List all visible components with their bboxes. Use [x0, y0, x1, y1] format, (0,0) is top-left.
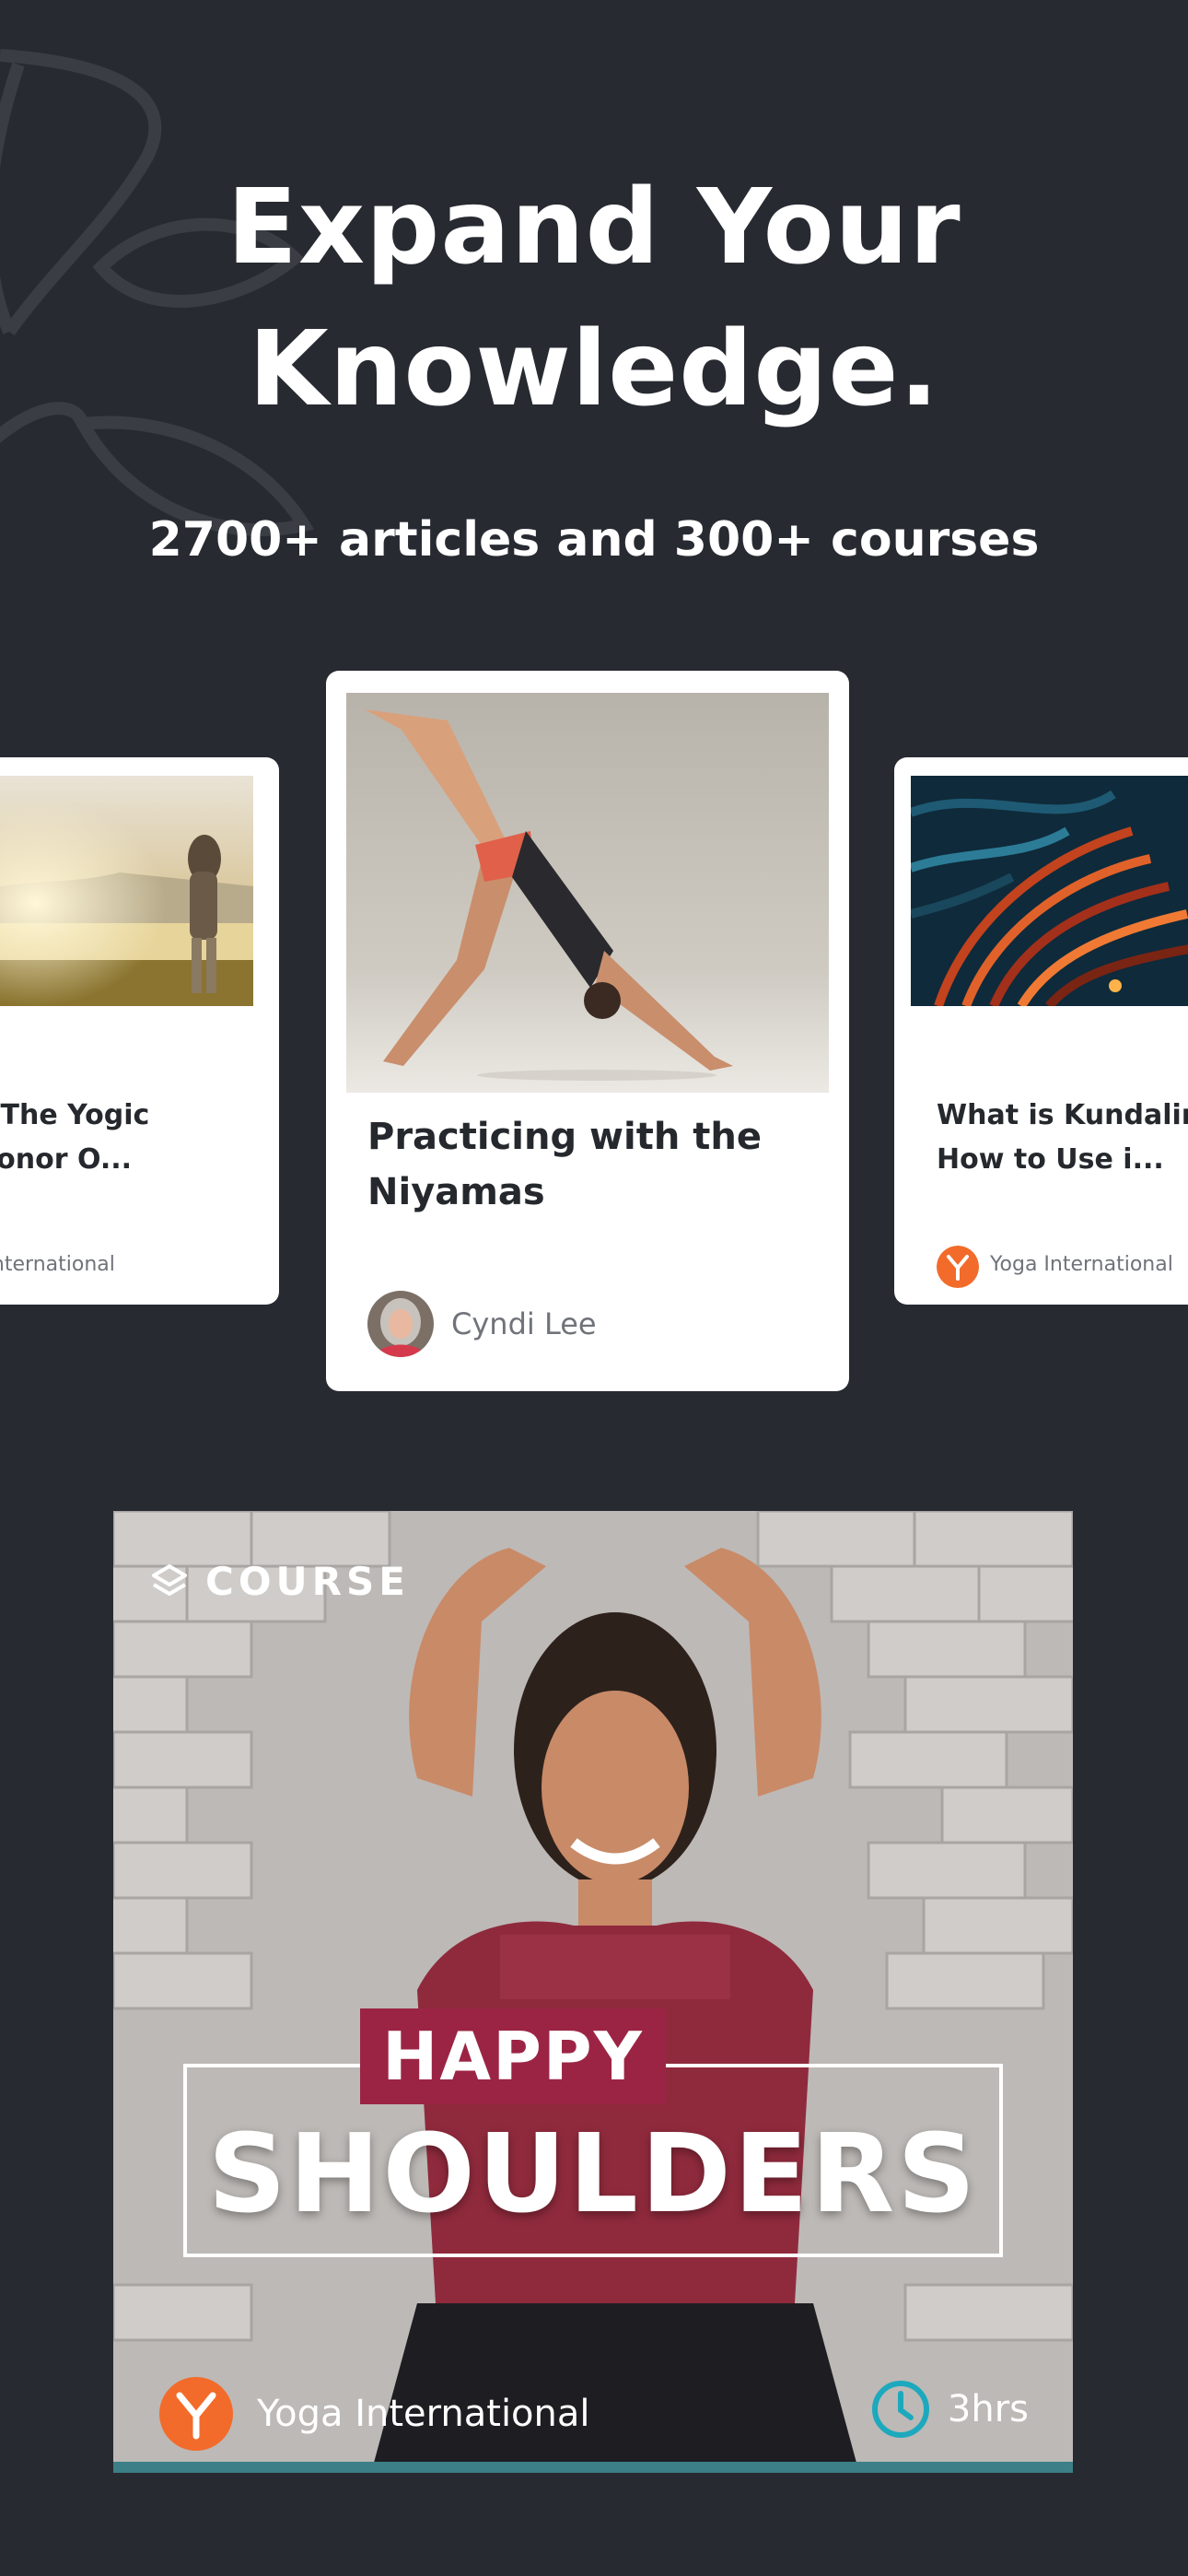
hero-subtitle: 2700+ articles and 300+ courses [148, 512, 1040, 568]
article-card-left[interactable]: sa: The Yogic o Honor O... ga Internatio… [0, 757, 279, 1305]
article-title: Practicing with the Niyamas [367, 1116, 762, 1213]
yoga-international-logo [937, 1246, 979, 1288]
article-card-right[interactable]: What is Kundalini & How to Use i... Yoga… [894, 757, 1188, 1305]
article-title-line2: How to Use i... [937, 1143, 1164, 1176]
article-title: What is Kundalini & How to Use i... [937, 1094, 1188, 1182]
article-author: Yoga International [990, 1253, 1173, 1276]
article-title: sa: The Yogic o Honor O... [0, 1094, 258, 1182]
course-brand: Yoga International [159, 2377, 590, 2451]
article-image-downward-dog [346, 693, 829, 1093]
course-duration-value: 3hrs [947, 2388, 1029, 2430]
article-card-center[interactable]: Practicing with the Niyamas Cyndi Lee [326, 671, 849, 1391]
article-author: Cyndi Lee [451, 1306, 597, 1341]
course-tag: COURSE [150, 1559, 410, 1604]
course-tag-label: COURSE [205, 1559, 410, 1604]
course-banner[interactable]: COURSE HAPPY SHOULDERS Yoga Internationa… [113, 1511, 1073, 2473]
hero-heading-line1: Expand Your [227, 168, 961, 287]
article-title-line1: sa: The Yogic [0, 1099, 150, 1131]
clock-icon [871, 2381, 929, 2438]
article-image-kundalini-swirl [911, 776, 1188, 1006]
course-duration: 3hrs [870, 2379, 1029, 2440]
article-title-line2: o Honor O... [0, 1143, 133, 1176]
author-avatar [367, 1291, 434, 1357]
layers-icon [152, 1563, 187, 1596]
article-title-line1: What is Kundalini & [937, 1099, 1188, 1131]
hero-heading-line2: Knowledge. [248, 310, 940, 429]
yoga-international-logo [159, 2377, 233, 2451]
course-progress-strip [113, 2462, 1073, 2473]
course-brand-name: Yoga International [257, 2393, 590, 2435]
article-author: ga International [0, 1253, 115, 1276]
hero-heading: Expand Your Knowledge. [0, 157, 1188, 440]
course-image-brick-wall [113, 1511, 1073, 2473]
article-image-sunset-lake [0, 776, 253, 1006]
course-title-top: HAPPY [360, 2008, 666, 2104]
course-title-main: SHOULDERS [207, 2110, 979, 2237]
